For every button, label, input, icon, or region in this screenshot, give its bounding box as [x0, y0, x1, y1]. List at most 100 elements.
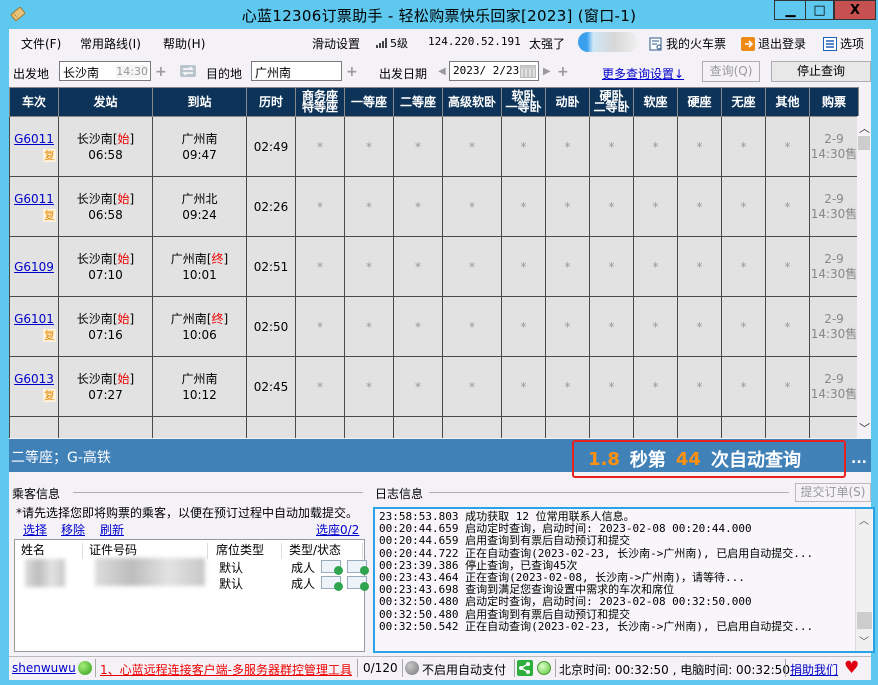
seat-availability-cell[interactable]: *	[765, 236, 810, 297]
log-scroll-thumb[interactable]	[857, 612, 872, 629]
sale-time-cell[interactable]: 2-9 14:30售	[809, 116, 859, 177]
train-row[interactable]: G6013 复长沙南[始] 07:27 广州南 10:12 02:45 * * * * * * * * * *…	[9, 356, 859, 417]
train-number-link[interactable]: G6101	[14, 312, 54, 326]
column-header[interactable]: 高级软卧	[442, 87, 502, 117]
seat-availability-cell[interactable]: *	[589, 356, 634, 417]
seat-availability-cell[interactable]: *	[765, 296, 810, 357]
train-row[interactable]: G6109 长沙南[始] 07:10 广州南[终] 10:01 02:51 * * * * * * * *…	[9, 236, 859, 297]
sale-time-cell[interactable]: 2-9 14:30售	[809, 356, 859, 417]
train-row[interactable]: G6007长沙南[始]广州南 2-9	[9, 416, 859, 438]
column-header[interactable]: 硬卧 二等卧	[589, 87, 634, 117]
query-button[interactable]: 查询(Q)	[702, 61, 760, 82]
seat-availability-cell[interactable]: *	[393, 236, 443, 297]
train-number-link[interactable]: G6109	[14, 260, 54, 274]
seat-availability-cell[interactable]	[633, 416, 678, 438]
column-header[interactable]: 二等座	[393, 87, 443, 117]
seat-availability-cell[interactable]	[501, 416, 546, 438]
column-header[interactable]: 硬座	[677, 87, 722, 117]
train-row[interactable]: G6101 复长沙南[始] 07:16 广州南[终] 10:06 02:50 * * * * * * *…	[9, 296, 859, 357]
auto-pay-status-icon[interactable]	[405, 661, 419, 675]
seat-availability-cell[interactable]: *	[501, 236, 546, 297]
seat-availability-cell[interactable]: *	[589, 116, 634, 177]
seat-availability-cell[interactable]: *	[589, 236, 634, 297]
calendar-icon[interactable]	[520, 64, 536, 78]
seat-availability-cell[interactable]: *	[633, 356, 678, 417]
column-header[interactable]: 一等座	[344, 87, 394, 117]
scroll-up-icon[interactable]: ︿	[859, 120, 870, 136]
seat-availability-cell[interactable]	[393, 416, 443, 438]
scroll-down-icon[interactable]: ﹀	[859, 420, 870, 436]
swap-stations-icon[interactable]	[179, 63, 197, 79]
sale-time-cell[interactable]: 2-9 14:30售	[809, 176, 859, 237]
seat-availability-cell[interactable]	[442, 416, 502, 438]
menu-help[interactable]: 帮助(H)	[163, 35, 205, 52]
donate-link[interactable]: 捐助我们	[790, 661, 838, 678]
seat-availability-cell[interactable]: *	[545, 356, 590, 417]
my-tickets-link[interactable]: 我的火车票	[649, 35, 726, 52]
passenger-list[interactable]: 姓名 证件号码 席位类型 类型/状态 默认 成人 默认 成人	[14, 539, 369, 652]
seat-availability-cell[interactable]: *	[721, 356, 766, 417]
seat-availability-cell[interactable]: *	[295, 236, 345, 297]
seat-availability-cell[interactable]: *	[393, 296, 443, 357]
title-bar[interactable]: 心蓝12306订票助手 - 轻松购票快乐回家[2023] (窗口-1) ▁ □ …	[0, 0, 878, 29]
seat-availability-cell[interactable]: *	[765, 116, 810, 177]
seat-availability-cell[interactable]: *	[721, 236, 766, 297]
seat-availability-cell[interactable]: *	[442, 236, 502, 297]
next-date-icon[interactable]: ▶	[543, 66, 551, 77]
remove-passenger-link[interactable]: 移除	[61, 521, 85, 538]
seat-availability-cell[interactable]: *	[633, 236, 678, 297]
logout-link[interactable]: 退出登录	[741, 35, 806, 52]
log-scrollbar[interactable]: ︿ ﹀	[855, 509, 872, 651]
ad-link[interactable]: 1、心蓝远程连接客户端-多服务器群控管理工具	[100, 661, 352, 678]
column-header[interactable]: 车次	[9, 87, 59, 117]
maximize-button[interactable]: □	[805, 0, 834, 20]
heart-icon[interactable]: ♥	[844, 658, 859, 678]
seat-availability-cell[interactable]	[677, 416, 722, 438]
more-settings-link[interactable]: 更多查询设置↓	[602, 65, 684, 82]
options-link[interactable]: 选项	[823, 35, 864, 52]
seat-availability-cell[interactable]: *	[344, 356, 394, 417]
column-header[interactable]: 软座	[633, 87, 678, 117]
seat-availability-cell[interactable]: *	[442, 296, 502, 357]
seat-availability-cell[interactable]: *	[295, 116, 345, 177]
menu-routes[interactable]: 常用路线(I)	[80, 35, 141, 52]
seat-availability-cell[interactable]	[545, 416, 590, 438]
add-date-icon[interactable]: +	[557, 64, 569, 80]
column-header[interactable]: 历时	[246, 87, 296, 117]
seat-availability-cell[interactable]: *	[765, 176, 810, 237]
log-scroll-down-icon[interactable]: ﹀	[859, 633, 869, 648]
refresh-passenger-link[interactable]: 刷新	[100, 521, 124, 538]
slide-settings[interactable]: 滑动设置	[312, 35, 360, 52]
seat-select-link[interactable]: 选座0/2	[316, 521, 359, 538]
username-link[interactable]: shenwuwu	[12, 661, 76, 675]
seat-availability-cell[interactable]	[589, 416, 634, 438]
column-header[interactable]: 发站	[58, 87, 153, 117]
seat-availability-cell[interactable]: *	[677, 116, 722, 177]
seat-availability-cell[interactable]: *	[545, 116, 590, 177]
seat-availability-cell[interactable]: *	[545, 236, 590, 297]
sale-time-cell[interactable]: 2-9 14:30售	[809, 236, 859, 297]
seat-availability-cell[interactable]: *	[589, 296, 634, 357]
seat-availability-cell[interactable]: *	[765, 356, 810, 417]
seat-availability-cell[interactable]: *	[295, 176, 345, 237]
seat-availability-cell[interactable]: *	[633, 116, 678, 177]
from-station-input[interactable]: 长沙南 14:30	[59, 61, 151, 81]
seat-availability-cell[interactable]: *	[721, 296, 766, 357]
seat-availability-cell[interactable]: *	[721, 116, 766, 177]
train-number-link[interactable]: G6011	[14, 132, 54, 146]
scroll-thumb[interactable]	[858, 136, 870, 150]
train-number-link[interactable]: G6013	[14, 372, 54, 386]
menu-file[interactable]: 文件(F)	[21, 35, 61, 52]
table-scrollbar[interactable]: ︿ ﹀	[857, 116, 871, 438]
seat-availability-cell[interactable]: *	[677, 236, 722, 297]
select-passenger-link[interactable]: 选择	[23, 521, 47, 538]
log-output[interactable]: 23:58:53.803 成功获取 12 位常用联系人信息。 00:20:44.6…	[373, 507, 875, 653]
to-station-input[interactable]: 广州南	[251, 61, 342, 81]
add-to-icon[interactable]: +	[346, 64, 358, 80]
seat-availability-cell[interactable]	[765, 416, 810, 438]
seat-availability-cell[interactable]: *	[295, 296, 345, 357]
column-header[interactable]: 无座	[721, 87, 766, 117]
share-icon[interactable]	[517, 660, 533, 676]
seat-availability-cell[interactable]	[295, 416, 345, 438]
more-button[interactable]: ...	[851, 451, 867, 467]
